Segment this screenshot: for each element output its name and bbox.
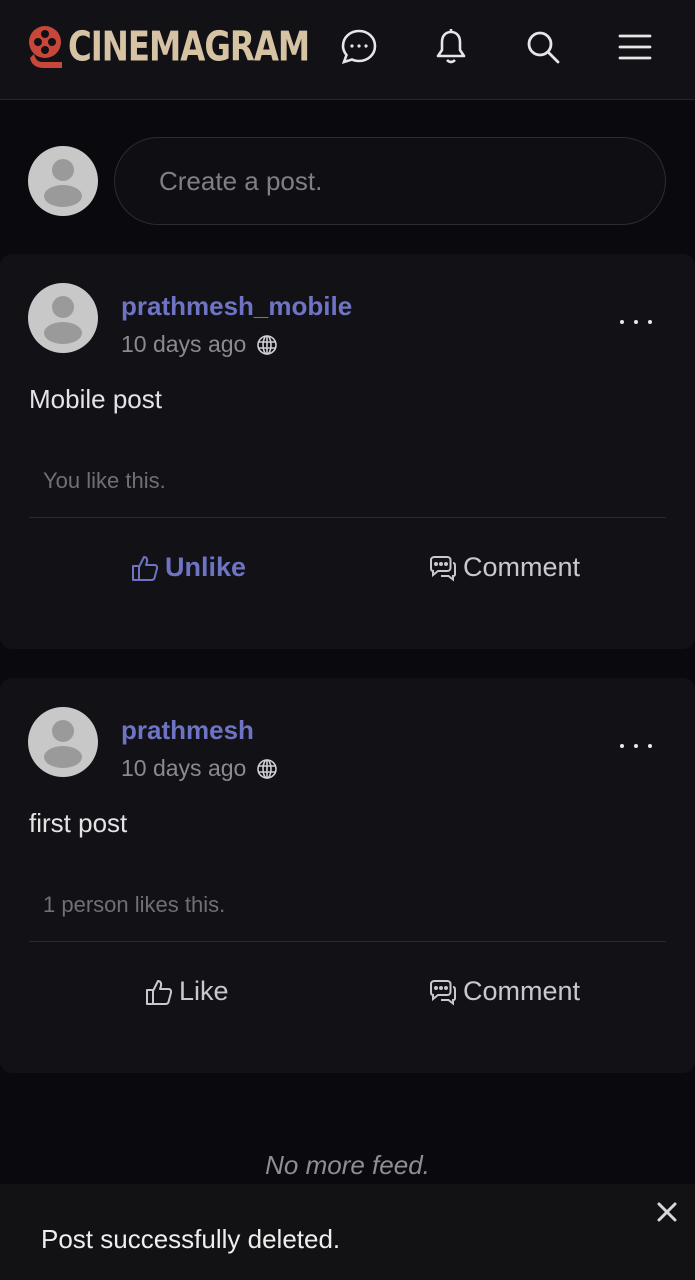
comment-button[interactable]: Comment [427, 552, 580, 583]
app-name: CINEMAGRAM [68, 23, 310, 71]
unlike-label: Unlike [165, 552, 247, 582]
post-username[interactable]: prathmesh [121, 715, 254, 746]
like-button[interactable]: Like [145, 976, 229, 1007]
like-label: Like [179, 976, 229, 1006]
search-icon[interactable] [520, 24, 566, 70]
comment-icon [430, 979, 456, 1006]
post-card: prathmesh_mobile 10 days ago Mobile post… [0, 254, 695, 649]
post-timestamp: 10 days ago [121, 331, 247, 357]
menu-icon[interactable] [612, 24, 658, 70]
comment-icon [430, 555, 456, 582]
divider [29, 941, 666, 942]
thumbs-up-icon [146, 979, 173, 1005]
unlike-button[interactable]: Unlike [131, 552, 246, 583]
avatar[interactable] [28, 146, 98, 216]
post-content: Mobile post [29, 384, 162, 414]
comment-label: Comment [463, 552, 581, 582]
top-bar: CINEMAGRAM [0, 0, 695, 100]
messages-icon[interactable] [336, 24, 382, 70]
post-card: prathmesh 10 days ago first post 1 perso… [0, 678, 695, 1073]
globe-icon [257, 334, 278, 355]
likes-summary[interactable]: You like this. [43, 468, 166, 494]
bell-icon[interactable] [428, 24, 474, 70]
create-post-bar: Create a post. [0, 120, 695, 240]
post-time: 10 days ago [121, 331, 278, 358]
close-icon[interactable] [654, 1199, 680, 1225]
more-options-icon[interactable] [620, 312, 652, 332]
create-post-input[interactable]: Create a post. [114, 137, 666, 225]
comment-label: Comment [463, 976, 581, 1006]
post-timestamp: 10 days ago [121, 755, 247, 781]
app-logo[interactable]: CINEMAGRAM [28, 23, 310, 71]
feed-end-message: No more feed. [265, 1150, 430, 1180]
post-username[interactable]: prathmesh_mobile [121, 291, 352, 322]
post-time: 10 days ago [121, 755, 278, 782]
thumbs-up-icon [132, 555, 159, 581]
film-reel-icon [29, 26, 62, 68]
post-content: first post [29, 808, 128, 838]
toast-message: Post successfully deleted. [41, 1224, 341, 1254]
divider [29, 517, 666, 518]
comment-button[interactable]: Comment [427, 976, 580, 1007]
more-options-icon[interactable] [620, 736, 652, 756]
globe-icon [257, 758, 278, 779]
toast-notification: Post successfully deleted. [0, 1184, 695, 1280]
likes-summary[interactable]: 1 person likes this. [43, 892, 225, 918]
avatar[interactable] [28, 707, 98, 777]
avatar[interactable] [28, 283, 98, 353]
